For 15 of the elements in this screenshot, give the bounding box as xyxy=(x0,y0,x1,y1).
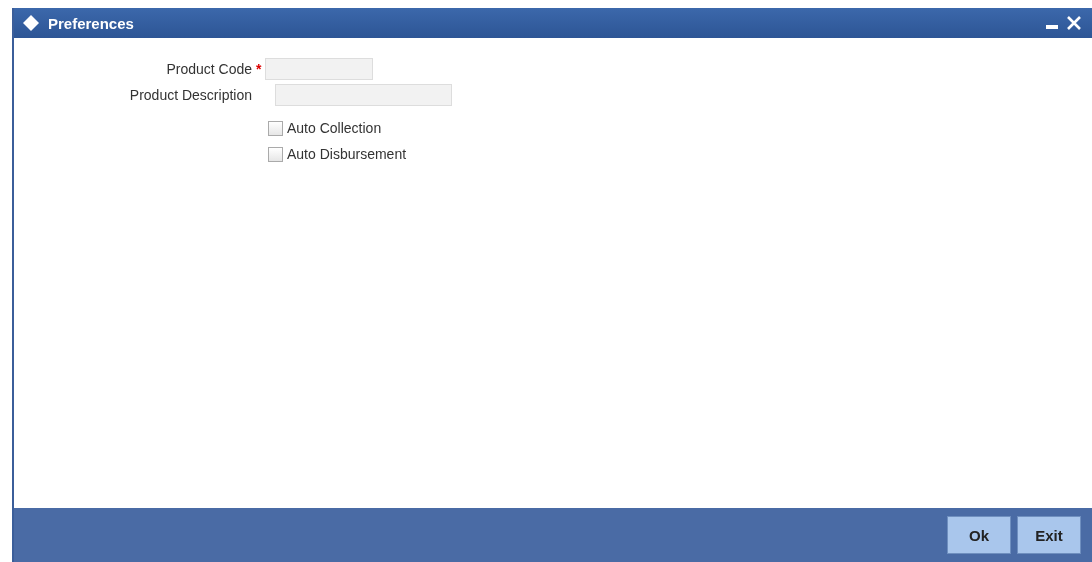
ok-button[interactable]: Ok xyxy=(947,516,1011,554)
close-icon xyxy=(1066,15,1082,31)
text-field[interactable] xyxy=(275,84,452,106)
checkbox-label: Auto Collection xyxy=(287,120,382,136)
minimize-icon xyxy=(1046,25,1058,29)
checkbox-label: Auto Disbursement xyxy=(287,146,407,162)
field-label: Product Description xyxy=(129,87,252,103)
required-mark: * xyxy=(256,61,262,77)
diamond-icon xyxy=(22,14,40,32)
text-field[interactable] xyxy=(265,58,373,80)
checkbox[interactable] xyxy=(268,146,283,162)
exit-button[interactable]: Exit xyxy=(1017,516,1081,554)
checkbox[interactable] xyxy=(268,120,283,136)
field-label: Product Code xyxy=(166,61,252,77)
window-title: Preferences xyxy=(48,14,135,32)
